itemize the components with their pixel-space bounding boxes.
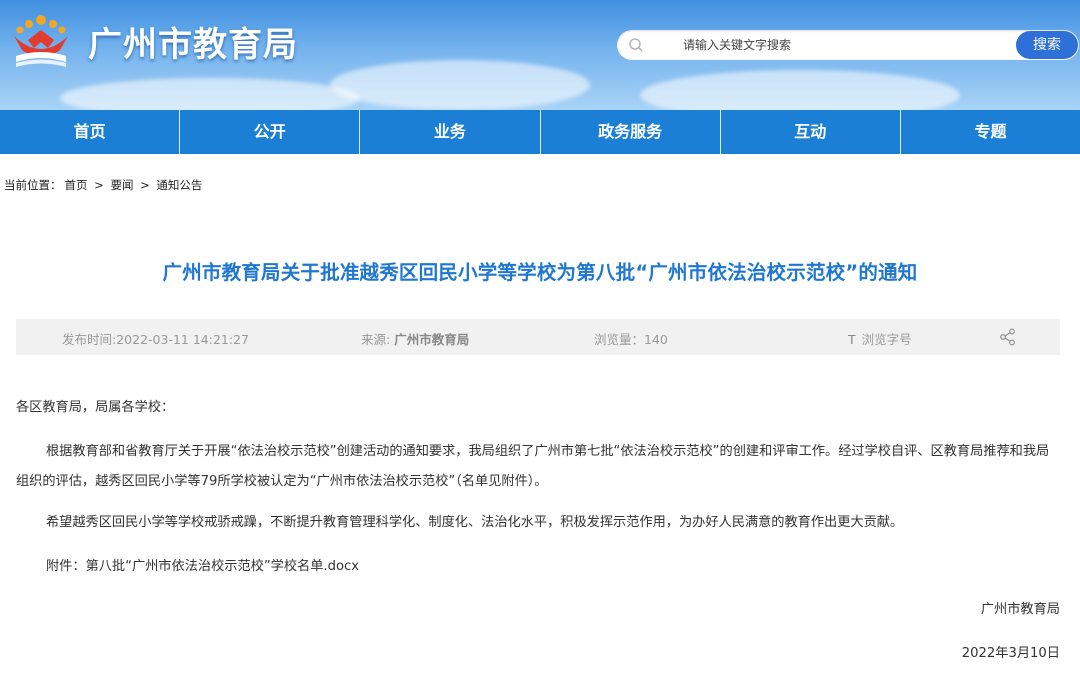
main-nav: 首页 公开 业务 政务服务 互动 专题 [0, 110, 1080, 154]
site-header: 广州市教育局 搜索 [0, 0, 1080, 110]
font-size-control[interactable]: T 浏览字号 [848, 329, 912, 348]
article-signature: 广州市教育局 [980, 602, 1060, 617]
cloud-decoration [640, 70, 960, 110]
view-count: 浏览量：140 [594, 329, 668, 348]
publish-time-label: 发布时间: [62, 332, 117, 347]
breadcrumb-prefix: 当前位置： [4, 178, 62, 192]
cloud-decoration [60, 78, 360, 110]
site-title[interactable]: 广州市教育局 [88, 17, 298, 66]
font-size-label[interactable]: 浏览字号 [862, 332, 912, 347]
article-meta-bar: 发布时间:2022-03-11 14:21:27 来源: 广州市教育局 浏览量：… [16, 319, 1060, 355]
nav-item-public[interactable]: 公开 [179, 110, 359, 154]
attachment-link[interactable]: 第八批“广州市依法治校示范校”学校名单.docx [86, 559, 360, 574]
article-title: 广州市教育局关于批准越秀区回民小学等学校为第八批“广州市依法治校示范校”的通知 [162, 261, 918, 284]
nav-item-home[interactable]: 首页 [0, 110, 179, 154]
share-icon[interactable] [998, 327, 1018, 347]
publish-time: 发布时间:2022-03-11 14:21:27 [62, 329, 249, 348]
publish-time-value: 2022-03-11 14:21:27 [116, 332, 249, 347]
breadcrumb-link-news[interactable]: 要闻 [110, 178, 133, 192]
article-paragraph: 根据教育部和省教育厅关于开展“依法治校示范校”创建活动的通知要求，我局组织了广州… [16, 444, 1050, 489]
font-size-icon[interactable]: T [848, 332, 856, 347]
source-label: 来源: [361, 332, 391, 347]
search-box: 搜索 [617, 30, 1079, 60]
article-attachment: 附件：第八批“广州市依法治校示范校”学校名单.docx [16, 552, 1060, 582]
search-icon [629, 38, 643, 52]
nav-item-government-services[interactable]: 政务服务 [539, 110, 720, 154]
nav-item-topics[interactable]: 专题 [899, 110, 1080, 154]
breadcrumb-separator: > [140, 178, 150, 192]
attachment-label: 附件： [46, 559, 86, 574]
nav-item-business[interactable]: 业务 [359, 110, 539, 154]
source-value: 广州市教育局 [394, 332, 470, 347]
views-value: 140 [644, 332, 668, 347]
breadcrumb: 当前位置： 首页 > 要闻 > 通知公告 [4, 177, 205, 193]
search-input[interactable] [683, 34, 1003, 56]
article-paragraph: 希望越秀区回民小学等学校戒骄戒躁，不断提升教育管理科学化、制度化、法治化水平，积… [46, 515, 904, 530]
views-label: 浏览量： [594, 332, 645, 347]
article-salutation: 各区教育局，局属各学校： [16, 400, 175, 415]
cloud-decoration [330, 60, 590, 110]
article-source: 来源: 广州市教育局 [361, 329, 469, 348]
search-button[interactable]: 搜索 [1016, 31, 1078, 59]
breadcrumb-separator: > [94, 178, 104, 192]
nav-item-interaction[interactable]: 互动 [719, 110, 900, 154]
article-date: 2022年3月10日 [961, 646, 1060, 661]
breadcrumb-link-notices[interactable]: 通知公告 [156, 178, 202, 192]
bureau-logo-icon[interactable] [8, 10, 74, 70]
breadcrumb-link-home[interactable]: 首页 [65, 178, 88, 192]
